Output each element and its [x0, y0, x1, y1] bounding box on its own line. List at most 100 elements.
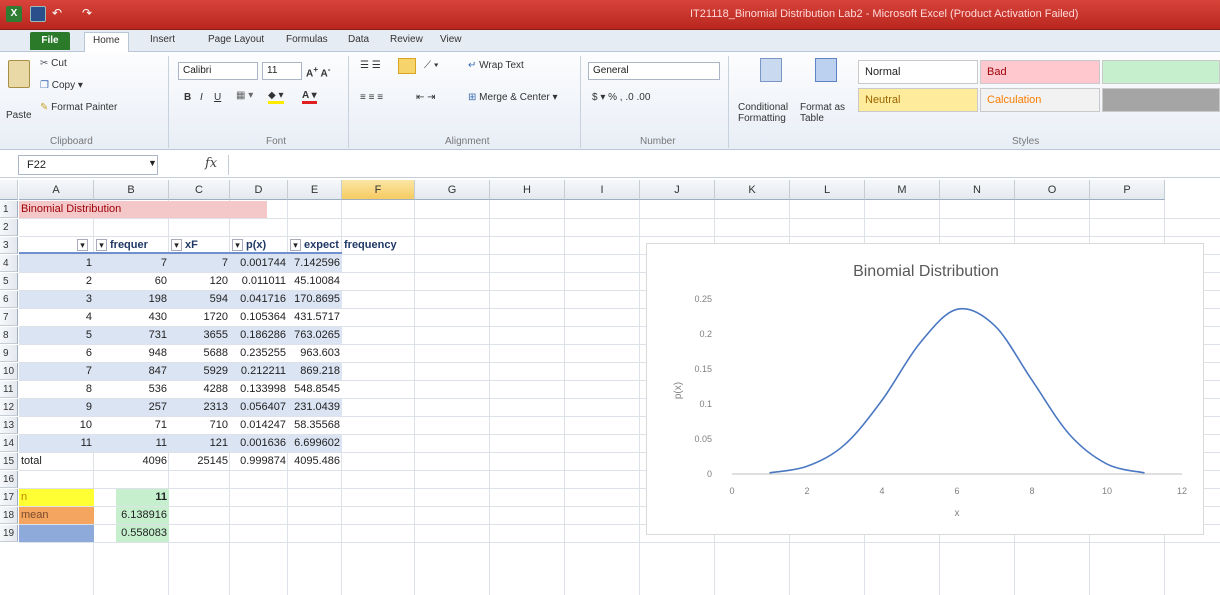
- table-cell[interactable]: 7: [19, 363, 94, 380]
- row-header-16[interactable]: 16: [0, 471, 18, 488]
- column-header-c[interactable]: C: [169, 180, 230, 200]
- param-value-cell[interactable]: 0.558083: [116, 525, 169, 542]
- tab-home[interactable]: Home: [84, 32, 129, 53]
- filter-dropdown-icon[interactable]: ▾: [290, 239, 301, 251]
- tab-file[interactable]: File: [30, 32, 70, 50]
- column-header-a[interactable]: A: [19, 180, 94, 200]
- param-label-cell[interactable]: n: [19, 489, 94, 506]
- table-cell[interactable]: 731: [94, 327, 169, 344]
- table-header-cell[interactable]: frequency: [342, 237, 415, 254]
- cut-button[interactable]: ✂ Cut: [40, 58, 67, 69]
- indent-icon[interactable]: ⇤ ⇥: [416, 92, 436, 103]
- table-cell[interactable]: 594: [169, 291, 230, 308]
- binomial-chart[interactable]: Binomial Distribution 0 2 4 6 8 10 12 0 0.05 0.1 0.…: [646, 243, 1204, 535]
- table-cell[interactable]: 0.212211: [230, 363, 288, 380]
- filter-dropdown-icon[interactable]: ▾: [171, 239, 182, 251]
- table-cell[interactable]: 5929: [169, 363, 230, 380]
- font-size-combo[interactable]: 11: [262, 62, 302, 80]
- font-color-icon[interactable]: A ▾: [302, 90, 317, 104]
- table-cell[interactable]: 763.0265: [288, 327, 342, 344]
- row-header-14[interactable]: 14: [0, 435, 18, 452]
- total-cell[interactable]: 25145: [169, 453, 230, 470]
- row-header-9[interactable]: 9: [0, 345, 18, 362]
- column-header-l[interactable]: L: [790, 180, 865, 200]
- table-cell[interactable]: 3: [19, 291, 94, 308]
- row-header-6[interactable]: 6: [0, 291, 18, 308]
- param-value-cell[interactable]: 6.138916: [116, 507, 169, 524]
- fill-color-icon[interactable]: ◆ ▾: [268, 90, 284, 104]
- column-header-f[interactable]: F: [342, 180, 415, 200]
- currency-icon[interactable]: $ ▾ % , .0 .00: [592, 92, 650, 103]
- align-middle-icon[interactable]: [398, 58, 416, 74]
- table-cell[interactable]: 198: [94, 291, 169, 308]
- sheet-title-cell[interactable]: Binomial Distribution: [19, 201, 267, 218]
- column-header-h[interactable]: H: [490, 180, 565, 200]
- tab-formulas[interactable]: Formulas: [286, 34, 328, 45]
- redo-icon[interactable]: ↷: [82, 6, 98, 22]
- total-cell[interactable]: 4096: [94, 453, 169, 470]
- filter-dropdown-icon[interactable]: ▾: [232, 239, 243, 251]
- row-header-2[interactable]: 2: [0, 219, 18, 236]
- row-header-17[interactable]: 17: [0, 489, 18, 506]
- table-cell[interactable]: 0.133998: [230, 381, 288, 398]
- filter-dropdown-icon[interactable]: ▾: [77, 239, 88, 251]
- table-cell[interactable]: 2313: [169, 399, 230, 416]
- table-cell[interactable]: 0.105364: [230, 309, 288, 326]
- table-cell[interactable]: 1: [19, 255, 94, 272]
- table-cell[interactable]: 431.5717: [288, 309, 342, 326]
- table-cell[interactable]: 1720: [169, 309, 230, 326]
- table-cell[interactable]: 231.0439: [288, 399, 342, 416]
- table-cell[interactable]: 58.35568: [288, 417, 342, 434]
- column-header-e[interactable]: E: [288, 180, 342, 200]
- style-good[interactable]: [1102, 60, 1220, 84]
- select-all-corner[interactable]: [0, 180, 18, 200]
- excel-app-icon[interactable]: X: [6, 6, 22, 22]
- merge-center-button[interactable]: ⊞ Merge & Center ▾: [468, 92, 558, 103]
- borders-icon[interactable]: ▦ ▾: [236, 90, 253, 101]
- row-header-10[interactable]: 10: [0, 363, 18, 380]
- format-as-table-icon[interactable]: [815, 58, 837, 82]
- row-header-15[interactable]: 15: [0, 453, 18, 470]
- table-cell[interactable]: 0.001636: [230, 435, 288, 452]
- row-header-19[interactable]: 19: [0, 525, 18, 542]
- format-painter-button[interactable]: ✎ Format Painter: [40, 102, 117, 113]
- column-header-p[interactable]: P: [1090, 180, 1165, 200]
- total-label[interactable]: total: [19, 453, 94, 470]
- paste-button[interactable]: Paste: [6, 110, 32, 121]
- table-cell[interactable]: 963.603: [288, 345, 342, 362]
- style-neutral[interactable]: Neutral: [858, 88, 978, 112]
- table-cell[interactable]: 11: [19, 435, 94, 452]
- grow-font-icon[interactable]: A+ A-: [306, 64, 331, 79]
- table-cell[interactable]: 121: [169, 435, 230, 452]
- table-cell[interactable]: 4288: [169, 381, 230, 398]
- tab-page-layout[interactable]: Page Layout: [208, 34, 264, 45]
- filter-dropdown-icon[interactable]: ▾: [96, 239, 107, 251]
- tab-data[interactable]: Data: [348, 34, 369, 45]
- table-cell[interactable]: 0.056407: [230, 399, 288, 416]
- table-cell[interactable]: 0.011011: [230, 273, 288, 290]
- table-cell[interactable]: 8: [19, 381, 94, 398]
- column-header-n[interactable]: N: [940, 180, 1015, 200]
- table-cell[interactable]: 0.041716: [230, 291, 288, 308]
- style-calculation[interactable]: Calculation: [980, 88, 1100, 112]
- total-cell[interactable]: 4095.486: [288, 453, 342, 470]
- style-check-cell[interactable]: [1102, 88, 1220, 112]
- wrap-text-button[interactable]: ↵ Wrap Text: [468, 60, 524, 71]
- column-header-i[interactable]: I: [565, 180, 640, 200]
- row-header-4[interactable]: 4: [0, 255, 18, 272]
- param-label-cell[interactable]: [19, 525, 94, 542]
- paste-icon[interactable]: [8, 60, 30, 88]
- table-cell[interactable]: 45.10084: [288, 273, 342, 290]
- table-cell[interactable]: 6: [19, 345, 94, 362]
- table-cell[interactable]: 7: [169, 255, 230, 272]
- column-header-k[interactable]: K: [715, 180, 790, 200]
- table-cell[interactable]: 71: [94, 417, 169, 434]
- table-cell[interactable]: 5688: [169, 345, 230, 362]
- name-box[interactable]: F22: [18, 155, 158, 175]
- undo-icon[interactable]: ↶: [52, 6, 68, 22]
- table-cell[interactable]: 9: [19, 399, 94, 416]
- name-box-dropdown-icon[interactable]: ▼: [148, 158, 157, 168]
- table-cell[interactable]: 536: [94, 381, 169, 398]
- underline-button[interactable]: U: [214, 92, 221, 103]
- table-cell[interactable]: 0.235255: [230, 345, 288, 362]
